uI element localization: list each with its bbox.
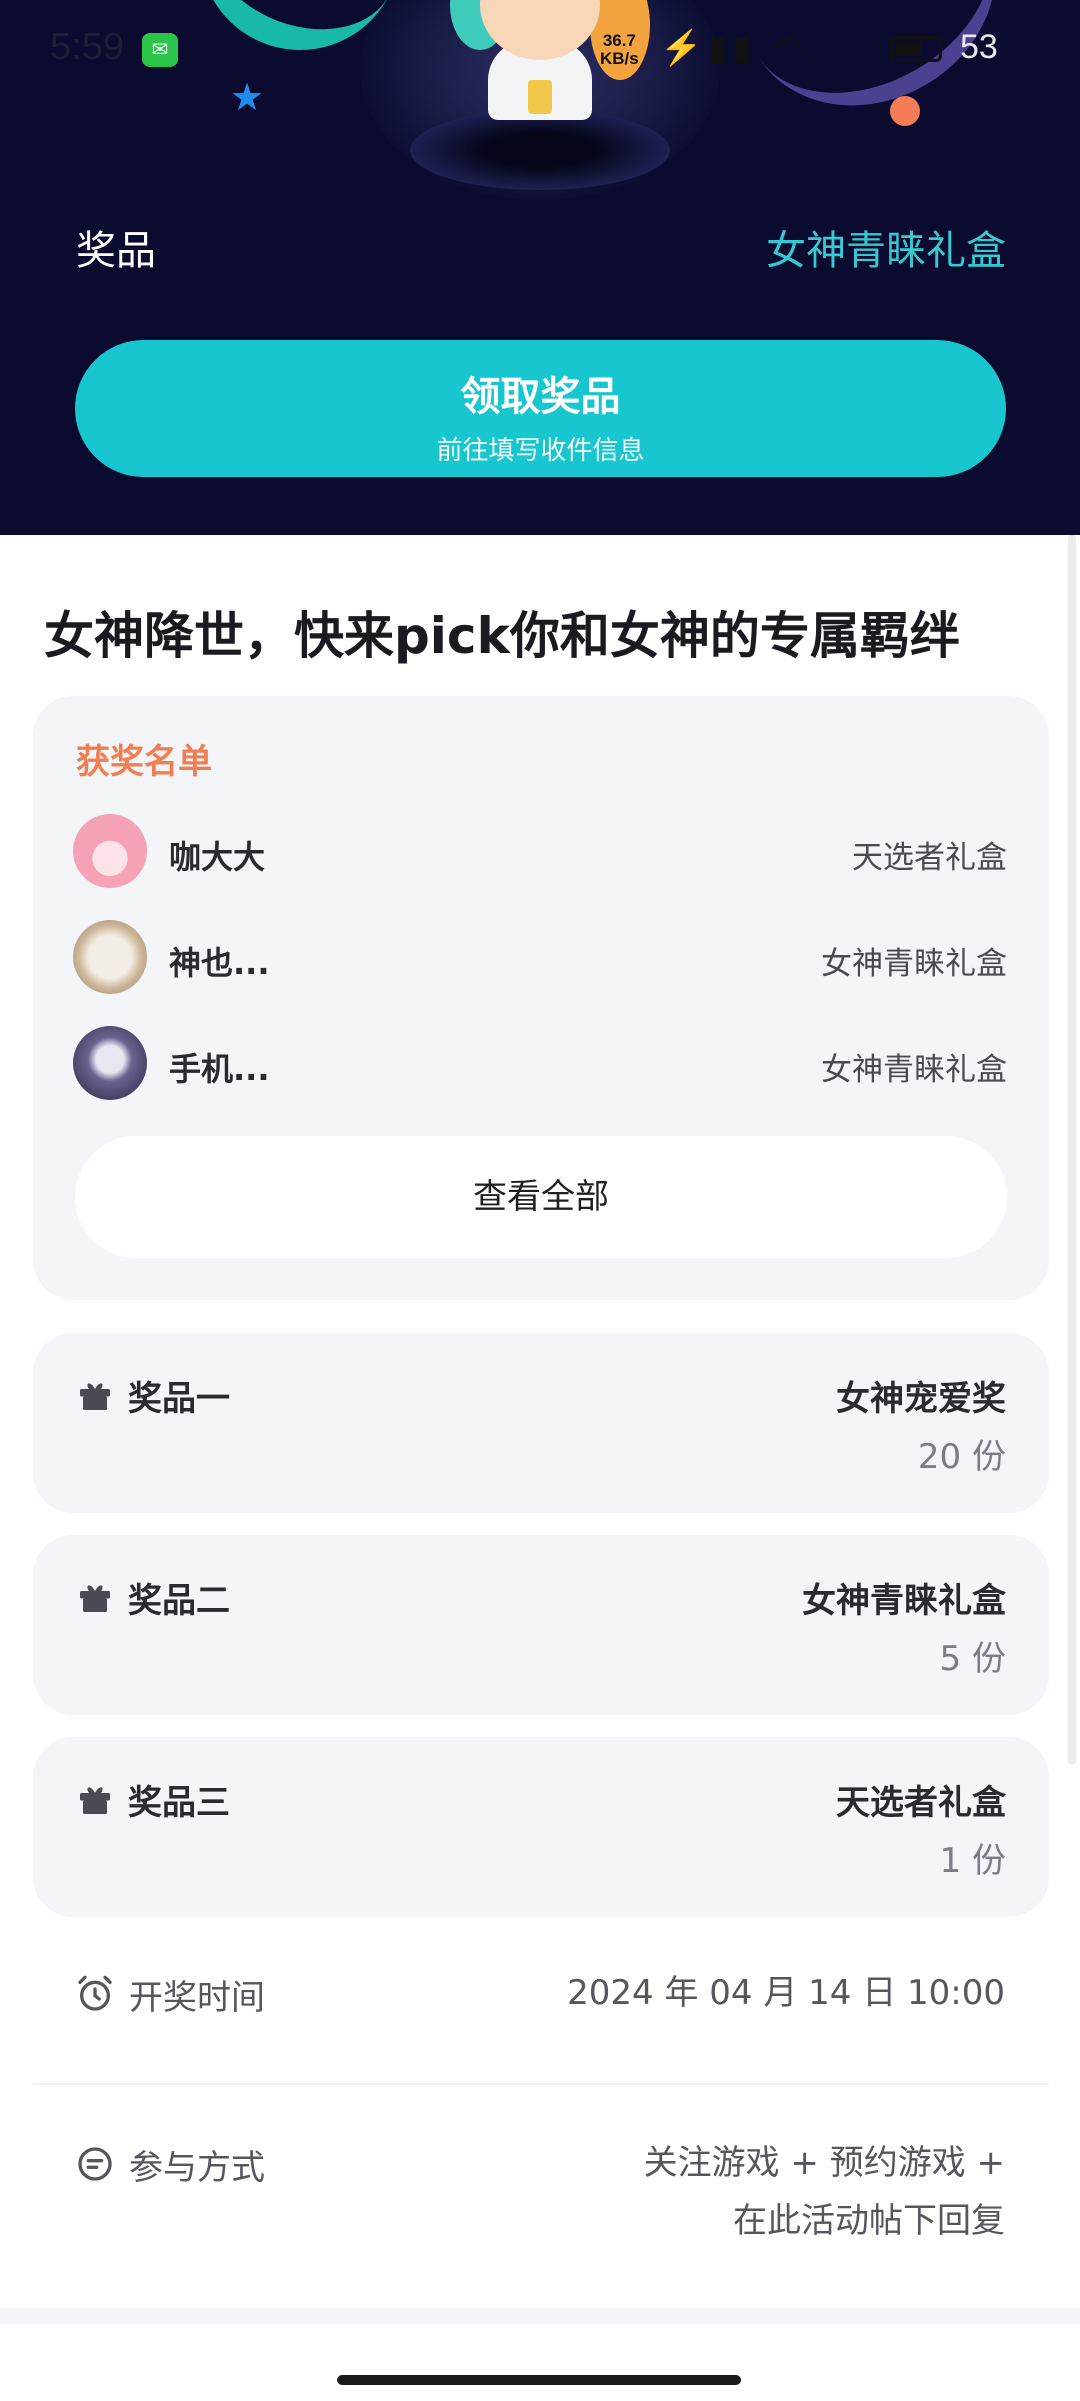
winner-row[interactable]: 咖大大 天选者礼盒: [73, 814, 1007, 894]
winner-row[interactable]: 手机... 女神青睐礼盒: [73, 1026, 1007, 1106]
network-speed: 36.7 KB/s: [600, 31, 639, 68]
avatar: [73, 1026, 147, 1100]
winner-name: 神也...: [169, 944, 270, 982]
battery-percent: 53: [960, 28, 998, 66]
view-all-button[interactable]: 查看全部: [75, 1136, 1007, 1258]
claim-button-title: 领取奖品: [460, 374, 621, 420]
draw-time-label: 开奖时间: [129, 1978, 265, 2018]
banner-prize-label: 奖品: [76, 228, 156, 274]
prize-qty: 5 份: [939, 1639, 1006, 1679]
status-bar: 5:59 ✉ 36.7 KB/s ⚡▮▮ ◠ 53: [0, 0, 1080, 100]
prize-label: 奖品三: [128, 1783, 230, 1823]
signal-icons: ⚡▮▮ ◠: [660, 29, 809, 67]
draw-time-row: 开奖时间 2024 年 04 月 14 日 10:00: [75, 1970, 1005, 2030]
avatar: [73, 920, 147, 994]
winner-gift: 女神青睐礼盒: [821, 1052, 1007, 1088]
decor-dot: [890, 96, 920, 126]
prize-qty: 20 份: [917, 1437, 1006, 1477]
participation-row: 参与方式 关注游戏 + 预约游戏 + 在此活动帖下回复: [75, 2140, 1005, 2270]
claim-button-subtitle: 前往填写收件信息: [436, 436, 645, 466]
winner-gift: 女神青睐礼盒: [821, 946, 1007, 982]
prize-card-2: 奖品二 女神青睐礼盒 5 份: [33, 1535, 1049, 1715]
winner-name: 咖大大: [169, 838, 266, 876]
prize-label: 奖品一: [128, 1379, 230, 1419]
prize-label: 奖品二: [128, 1581, 230, 1621]
prize-gift: 女神宠爱奖: [836, 1379, 1006, 1419]
prize-gift: 女神青睐礼盒: [802, 1581, 1006, 1621]
winner-gift: 天选者礼盒: [852, 840, 1007, 876]
bottom-band: [0, 2307, 1080, 2325]
prize-card-3: 奖品三 天选者礼盒 1 份: [33, 1737, 1049, 1917]
winner-row[interactable]: 神也... 女神青睐礼盒: [73, 920, 1007, 1000]
prize-qty: 1 份: [939, 1841, 1006, 1881]
winner-name: 手机...: [169, 1050, 270, 1088]
claim-prize-button[interactable]: 领取奖品 前往填写收件信息: [75, 340, 1006, 477]
wechat-notification-icon: ✉: [142, 33, 178, 67]
status-time: 5:59: [50, 26, 124, 68]
participation-line-1: 关注游戏 + 预约游戏 +: [643, 2143, 1005, 2183]
scrollbar[interactable]: [1068, 535, 1076, 1765]
prize-gift: 天选者礼盒: [836, 1783, 1006, 1823]
top-banner: ★ 5:59 ✉ 36.7 KB/s ⚡▮▮ ◠ 53 奖品 女神青睐礼盒 领取…: [0, 0, 1080, 535]
alarm-clock-icon: [78, 1975, 112, 2011]
gift-icon: [80, 1585, 110, 1612]
winners-title: 获奖名单: [76, 742, 212, 782]
page-title: 女神降世，快来pick你和女神的专属羁绊: [44, 607, 960, 665]
draw-time-value: 2024 年 04 月 14 日 10:00: [567, 1973, 1005, 2013]
avatar: [73, 814, 147, 888]
winners-card: 获奖名单 咖大大 天选者礼盒 神也... 女神青睐礼盒 手机... 女神青睐礼盒…: [33, 696, 1049, 1300]
divider: [33, 2083, 1049, 2085]
banner-prize-row: 奖品 女神青睐礼盒: [76, 218, 1006, 278]
participation-label: 参与方式: [129, 2148, 265, 2188]
chat-bubble-icon: [78, 2147, 112, 2181]
gift-icon: [80, 1383, 110, 1410]
prize-card-1: 奖品一 女神宠爱奖 20 份: [33, 1333, 1049, 1513]
participation-value: 关注游戏 + 预约游戏 + 在此活动帖下回复: [644, 2134, 1005, 2250]
participation-line-2: 在此活动帖下回复: [733, 2201, 1005, 2241]
gift-icon: [80, 1787, 110, 1814]
battery-icon: [890, 36, 942, 62]
banner-prize-value: 女神青睐礼盒: [766, 228, 1006, 274]
home-indicator[interactable]: [337, 2375, 741, 2385]
